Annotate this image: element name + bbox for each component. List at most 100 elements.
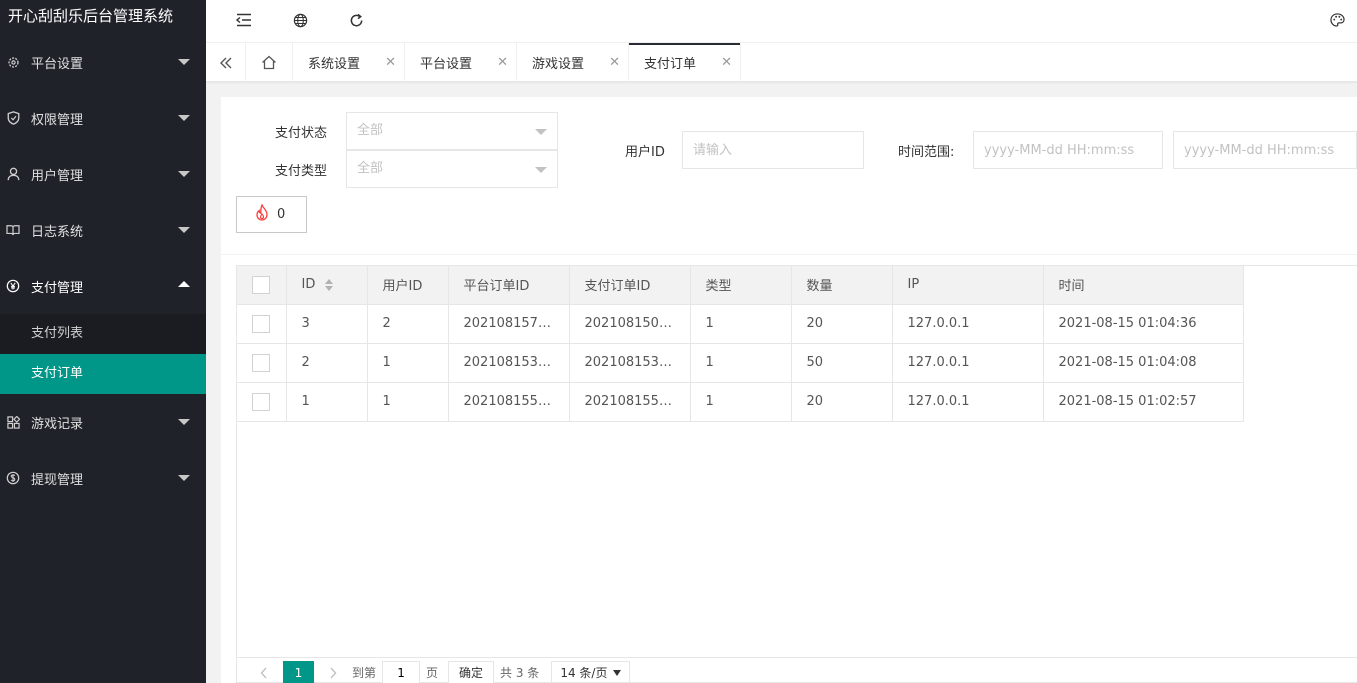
cell-time: 2021-08-15 01:04:08 (1043, 343, 1244, 383)
prev-page-icon[interactable] (251, 661, 277, 683)
cell-user-id: 1 (367, 343, 449, 383)
sidebar-item-label: 日志系统 (31, 224, 84, 240)
row-checkbox[interactable] (252, 392, 270, 411)
tab-platform-settings[interactable]: 平台设置 ✕ (405, 43, 517, 82)
gear-icon (6, 55, 20, 69)
page-size-value: 14 条/页 (560, 666, 608, 680)
cell-ip: 127.0.0.1 (892, 304, 1044, 344)
col-pay-order-id: 支付订单ID (569, 266, 691, 305)
row-checkbox[interactable] (252, 314, 270, 333)
select-all-checkbox[interactable] (252, 275, 270, 294)
theme-palette-icon[interactable] (1327, 10, 1347, 30)
pay-type-select[interactable]: 全部 (346, 150, 558, 188)
sidebar-item-label: 用户管理 (31, 168, 84, 184)
chevron-down-icon (178, 227, 190, 233)
cell-amount: 20 (791, 382, 893, 422)
orders-table-panel: ID 用户ID 平台订单ID 支付订单ID 类型 数量 IP 时间 3 2 20… (236, 265, 1357, 683)
cell-platform-order-id: 202108155… (448, 382, 570, 422)
caret-down-icon (613, 669, 622, 676)
globe-icon[interactable] (290, 10, 310, 30)
sidebar-item-label: 提现管理 (31, 472, 84, 488)
divider (221, 254, 1357, 255)
close-icon[interactable]: ✕ (721, 55, 732, 70)
cell-ip: 127.0.0.1 (892, 382, 1044, 422)
sidebar-item-game-records[interactable]: 游戏记录 (0, 394, 206, 450)
cell-amount: 50 (791, 343, 893, 383)
tab-system-settings[interactable]: 系统设置 ✕ (293, 43, 405, 82)
close-icon[interactable]: ✕ (609, 55, 620, 70)
cell-user-id: 2 (367, 304, 449, 344)
select-all-cell (237, 266, 287, 305)
pay-status-label: 支付状态 (275, 126, 328, 141)
time-start-input[interactable] (973, 131, 1163, 169)
cell-id: 1 (286, 382, 368, 422)
tab-pay-orders[interactable]: 支付订单 ✕ (629, 43, 741, 82)
table-row[interactable]: 2 1 202108153… 202108153… 1 50 127.0.0.1… (237, 343, 1244, 383)
menu-collapse-icon[interactable] (234, 10, 254, 30)
goto-confirm-button[interactable]: 确定 (448, 660, 495, 683)
sidebar-item-label: 游戏记录 (31, 416, 84, 432)
cell-pay-order-id: 202108155… (569, 382, 691, 422)
book-icon (6, 223, 20, 237)
table-header-row: ID 用户ID 平台订单ID 支付订单ID 类型 数量 IP 时间 (237, 266, 1244, 305)
cell-type: 1 (690, 304, 792, 344)
cell-type: 1 (690, 343, 792, 383)
row-checkbox[interactable] (252, 353, 270, 372)
sidebar: 开心刮刮乐后台管理系统 平台设置 权限管理 用户管理 日志系统 支付管理 支付列… (0, 0, 206, 683)
yen-icon (6, 279, 20, 293)
chevron-down-icon (535, 167, 547, 173)
sidebar-item-permissions[interactable]: 权限管理 (0, 90, 206, 146)
table-row[interactable]: 3 2 202108157… 202108150… 1 20 127.0.0.1… (237, 304, 1244, 344)
shield-icon (6, 111, 20, 125)
home-tab-icon[interactable] (246, 43, 293, 82)
time-end-input[interactable] (1173, 131, 1357, 169)
sidebar-item-label: 支付管理 (31, 280, 84, 296)
sidebar-item-payment[interactable]: 支付管理 (0, 258, 206, 314)
col-id[interactable]: ID (286, 266, 368, 305)
next-page-icon[interactable] (320, 661, 346, 683)
sidebar-subitem-pay-list[interactable]: 支付列表 (0, 314, 206, 354)
tabs-scroll-left-icon[interactable] (206, 43, 246, 82)
cell-user-id: 1 (367, 382, 449, 422)
current-page-button[interactable]: 1 (283, 660, 314, 683)
sidebar-item-users[interactable]: 用户管理 (0, 146, 206, 202)
cell-platform-order-id: 202108157… (448, 304, 570, 344)
sidebar-item-logs[interactable]: 日志系统 (0, 202, 206, 258)
chevron-down-icon (178, 115, 190, 121)
payment-submenu: 支付列表 支付订单 (0, 314, 206, 394)
user-id-input[interactable] (682, 131, 864, 169)
sidebar-item-platform-settings[interactable]: 平台设置 (0, 34, 206, 90)
page-size-select[interactable]: 14 条/页 (551, 660, 631, 683)
col-ip: IP (892, 266, 1044, 305)
sidebar-subitem-pay-orders[interactable]: 支付订单 (0, 354, 206, 394)
col-amount: 数量 (791, 266, 893, 305)
top-header (206, 0, 1357, 42)
table-row[interactable]: 1 1 202108155… 202108155… 1 20 127.0.0.1… (237, 382, 1244, 422)
refresh-icon[interactable] (346, 10, 366, 30)
chevron-down-icon (178, 419, 190, 425)
hot-count: 0 (277, 207, 286, 222)
cell-time: 2021-08-15 01:02:57 (1043, 382, 1244, 422)
pay-type-label: 支付类型 (275, 164, 328, 179)
goto-page-input[interactable] (382, 660, 421, 683)
hot-filter-button[interactable]: 0 (236, 196, 307, 233)
close-icon[interactable]: ✕ (497, 55, 508, 70)
cell-id: 2 (286, 343, 368, 383)
fire-icon (255, 203, 269, 225)
sidebar-item-withdrawals[interactable]: 提现管理 (0, 450, 206, 506)
tab-label: 支付订单 (644, 57, 697, 72)
apps-icon (6, 415, 20, 429)
cell-amount: 20 (791, 304, 893, 344)
close-icon[interactable]: ✕ (385, 55, 396, 70)
pay-type-value: 全部 (357, 161, 384, 176)
app-logo-title: 开心刮刮乐后台管理系统 (8, 7, 174, 25)
col-time: 时间 (1043, 266, 1244, 305)
tab-game-settings[interactable]: 游戏设置 ✕ (517, 43, 629, 82)
chevron-down-icon (178, 171, 190, 177)
sort-icon[interactable] (325, 278, 334, 291)
chevron-up-icon (178, 281, 190, 287)
row-checkbox-cell (237, 382, 287, 422)
col-type: 类型 (690, 266, 792, 305)
cell-platform-order-id: 202108153… (448, 343, 570, 383)
pay-status-select[interactable]: 全部 (346, 112, 558, 150)
